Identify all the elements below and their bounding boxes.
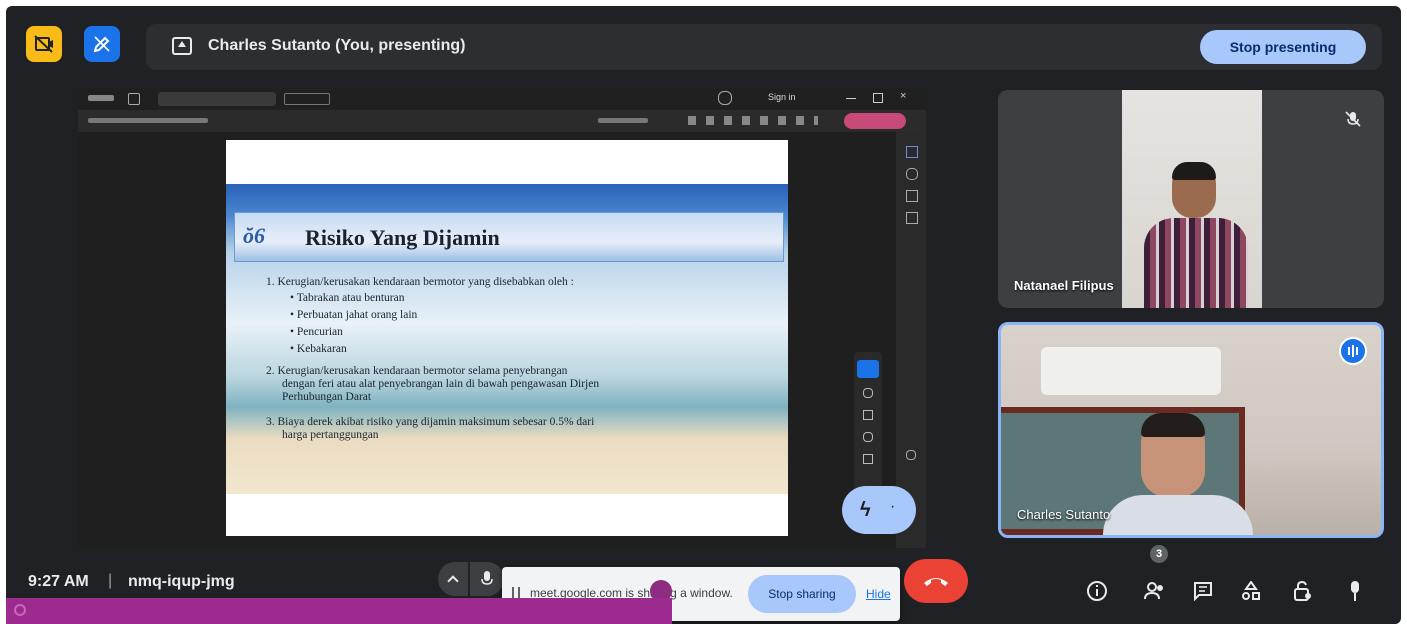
leave-call-button[interactable] [904, 559, 968, 603]
shared-screen: Sign in × ŏ6 Risiko Yang Dijamin 1. Keru… [78, 88, 926, 548]
slide-item-1: 1. Kerugian/kerusakan kendaraan bermotor… [266, 276, 574, 288]
participant-face [1141, 413, 1205, 497]
activities-button[interactable] [1234, 574, 1268, 608]
presenting-bar: Charles Sutanto (You, presenting) Stop p… [146, 24, 1382, 70]
people-button[interactable] [1138, 574, 1172, 608]
meeting-clock: 9:27 AM [28, 573, 89, 590]
slide-title: Risiko Yang Dijamin [305, 225, 500, 250]
participant-face [1172, 162, 1216, 218]
audio-options-button[interactable] [438, 562, 468, 596]
lock-person-icon [1294, 580, 1311, 601]
slide-bullet: • Kebakaran [290, 343, 347, 355]
browser-tab-bar: Sign in × [78, 88, 926, 110]
present-icon [172, 37, 192, 55]
mic-icon [481, 571, 493, 585]
air-conditioner [1041, 347, 1221, 395]
slide-item-2-cont: dengan feri atau alat penyebrangan lain … [282, 378, 600, 390]
slide-item-2: 2. Kerugian/kerusakan kendaraan bermotor… [266, 365, 568, 377]
slide-item-3: 3. Biaya derek akibat risiko yang dijami… [266, 416, 595, 428]
self-tile[interactable]: Charles Sutanto [998, 322, 1384, 538]
slide-bullet: • Tabrakan atau benturan [290, 292, 405, 304]
slide-logo: ŏ6 [243, 223, 265, 248]
separator: | [108, 572, 113, 589]
participant-shirt [1103, 495, 1253, 535]
presenting-text: Charles Sutanto (You, presenting) [208, 37, 466, 54]
slide-bullet: • Pencurian [290, 326, 343, 338]
chat-button[interactable] [1186, 574, 1220, 608]
meeting-details-button[interactable] [1080, 574, 1114, 608]
chat-icon [1194, 582, 1212, 601]
host-controls-button[interactable] [1286, 574, 1320, 608]
participant-tile[interactable]: Natanael Filipus [998, 90, 1384, 308]
slide-page: ŏ6 Risiko Yang Dijamin 1. Kerugian/kerus… [226, 140, 788, 536]
pdf-tools [854, 352, 882, 502]
stop-sharing-button[interactable]: Stop sharing [748, 575, 856, 613]
hand-icon [1351, 581, 1359, 601]
quick-action-button[interactable]: ϟ · [842, 486, 916, 534]
pen-icon [93, 36, 110, 53]
participant-shirt [1144, 218, 1248, 308]
participant-name: Natanael Filipus [1014, 278, 1114, 293]
hide-link[interactable]: Hide [866, 587, 891, 601]
browser-toolbar [78, 110, 926, 132]
camera-off-button[interactable] [26, 26, 62, 62]
people-icon [1144, 582, 1163, 600]
slide-bullet: • Perbuatan jahat orang lain [290, 309, 418, 321]
info-icon [1087, 581, 1107, 601]
slide-item-2-cont: Perhubungan Darat [282, 391, 372, 403]
meet-window: Charles Sutanto (You, presenting) Stop p… [6, 6, 1401, 624]
participant-name: Charles Sutanto [1017, 507, 1111, 522]
draw-button[interactable] [84, 26, 120, 62]
mic-button[interactable] [470, 562, 504, 596]
hang-up-icon [924, 578, 948, 586]
companion-button[interactable] [1338, 574, 1372, 608]
audio-level-icon [1339, 337, 1367, 365]
camera-off-icon [34, 35, 53, 53]
chevron-up-icon [447, 575, 459, 587]
mic-off-icon [1345, 111, 1361, 127]
stop-presenting-button[interactable]: Stop presenting [1200, 30, 1366, 64]
activities-icon [1242, 581, 1260, 600]
pdf-side-panel [896, 132, 926, 548]
slide-item-3-cont: harga pertanggungan [282, 429, 379, 441]
slide-title-band: ŏ6 Risiko Yang Dijamin [234, 212, 784, 262]
purple-overlay [6, 598, 672, 624]
meeting-code: nmq-iqup-jmg [128, 573, 235, 590]
people-count-badge: 3 [1150, 545, 1168, 563]
browser-sign-in: Sign in [768, 92, 796, 102]
